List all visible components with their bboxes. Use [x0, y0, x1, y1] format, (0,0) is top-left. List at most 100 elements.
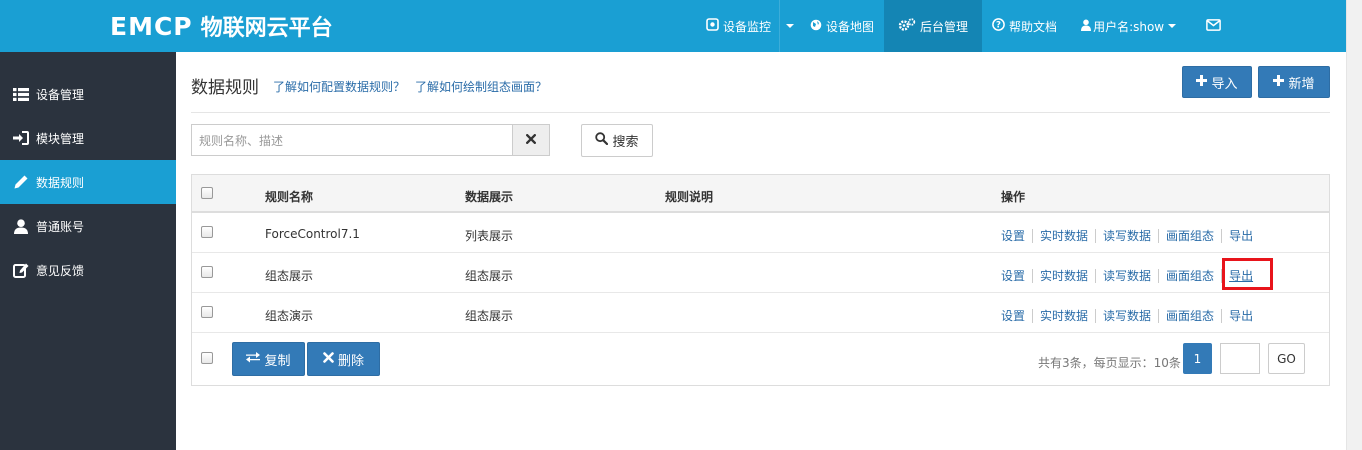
import-button[interactable]: 导入 [1182, 66, 1252, 98]
row-checkbox[interactable] [201, 306, 213, 318]
svg-text:?: ? [996, 21, 1001, 31]
action-export[interactable]: 导出 [1229, 307, 1253, 324]
highlight-box [1222, 258, 1273, 290]
help-icon: ? [992, 18, 1005, 34]
clear-search-button[interactable] [512, 124, 550, 156]
action-divider [1221, 308, 1223, 323]
action-realtime-data[interactable]: 实时数据 [1040, 267, 1088, 284]
action-settings[interactable]: 设置 [1001, 227, 1025, 244]
action-realtime-data[interactable]: 实时数据 [1040, 227, 1088, 244]
action-divider [1095, 308, 1097, 323]
rule-name: 组态演示 [265, 309, 314, 323]
app-logo[interactable]: EMCP 物联网云平台 [110, 10, 333, 42]
nav-user-menu[interactable]: 用户名:show [1067, 0, 1188, 52]
row-actions: 设置 实时数据 读写数据 画面组态 导出 [1001, 307, 1253, 324]
action-realtime-data[interactable]: 实时数据 [1040, 307, 1088, 324]
header-rule-name: 规则名称 [265, 190, 314, 204]
action-readwrite-data[interactable]: 读写数据 [1103, 307, 1151, 324]
header-rule-desc: 规则说明 [665, 190, 714, 204]
action-settings[interactable]: 设置 [1001, 307, 1025, 324]
table-row: 组态演示 组态展示 设置 实时数据 读写数据 画面组态 导出 [192, 293, 1329, 333]
action-readwrite-data[interactable]: 读写数据 [1103, 267, 1151, 284]
list-icon [12, 86, 30, 102]
header-data-display: 数据展示 [465, 190, 514, 204]
nav-monitor-dropdown[interactable] [779, 0, 800, 52]
delete-button[interactable]: 删除 [307, 342, 380, 376]
help-link-configure-rules[interactable]: 了解如何配置数据规则？ [273, 78, 405, 95]
top-navbar: EMCP 物联网云平台 设备监控 设备地图 后台管理 ? 帮助文档 用户名:sh… [0, 0, 1346, 52]
search-input[interactable]: 规则名称、描述 [191, 124, 513, 156]
footer-select-all-checkbox[interactable] [201, 352, 213, 364]
table-row: 组态展示 组态展示 设置 实时数据 读写数据 画面组态 导出 [192, 253, 1329, 293]
action-scada-config[interactable]: 画面组态 [1166, 267, 1214, 284]
nav-messages[interactable] [1188, 0, 1235, 52]
search-icon [595, 132, 609, 149]
nav-label: 后台管理 [920, 19, 969, 34]
import-label: 导入 [1211, 76, 1238, 92]
action-divider [1095, 268, 1097, 283]
chevron-down-icon [1168, 24, 1177, 28]
gears-icon [898, 18, 916, 34]
globe-icon [810, 19, 822, 34]
page-number-current[interactable]: 1 [1183, 343, 1212, 374]
action-scada-config[interactable]: 画面组态 [1166, 227, 1214, 244]
action-export[interactable]: 导出 [1229, 227, 1253, 244]
delete-label: 删除 [337, 353, 364, 369]
rule-display: 列表展示 [465, 229, 514, 243]
sidebar-item-label: 设备管理 [36, 87, 85, 102]
sidebar: 设备管理 模块管理 数据规则 普通账号 意见反馈 [0, 52, 176, 450]
copy-button[interactable]: 复制 [232, 342, 305, 376]
nav-label: 帮助文档 [1009, 19, 1058, 34]
help-link-draw-scada[interactable]: 了解如何绘制组态画面？ [415, 78, 547, 95]
sidebar-item-feedback[interactable]: 意见反馈 [0, 248, 176, 292]
action-divider [1158, 268, 1160, 283]
row-actions: 设置 实时数据 读写数据 画面组态 导出 [1001, 227, 1253, 244]
logo-text: 物联网云平台 [200, 16, 333, 41]
sidebar-item-module-management[interactable]: 模块管理 [0, 116, 176, 160]
copy-label: 复制 [264, 353, 291, 369]
header-divider [191, 112, 1330, 113]
table-row: ForceControl7.1 列表展示 设置 实时数据 读写数据 画面组态 导… [192, 213, 1329, 253]
nav-label: 用户名:show [1093, 19, 1165, 34]
table-header: 规则名称 数据展示 规则说明 操作 [192, 175, 1329, 213]
nav-device-monitor[interactable]: 设备监控 [696, 0, 779, 52]
sidebar-item-device-management[interactable]: 设备管理 [0, 72, 176, 116]
pagination-total: 共有3条，每页显示：10条 [1038, 356, 1181, 370]
select-all-checkbox[interactable] [201, 187, 213, 199]
logo-mark: EMCP [110, 11, 193, 41]
pencil-icon [12, 174, 30, 190]
action-divider [1158, 228, 1160, 243]
sidebar-item-data-rules[interactable]: 数据规则 [0, 160, 176, 204]
search-placeholder: 规则名称、描述 [199, 133, 284, 148]
search-button[interactable]: 搜索 [581, 124, 653, 157]
nav-help-docs[interactable]: ? 帮助文档 [982, 0, 1067, 52]
exchange-icon [246, 351, 261, 367]
page-scrollbar[interactable] [1346, 0, 1362, 450]
header-actions: 操作 [1001, 190, 1026, 204]
sidebar-item-label: 模块管理 [36, 131, 85, 146]
action-divider [1158, 308, 1160, 323]
sidebar-item-label: 数据规则 [36, 175, 85, 190]
rules-table: 规则名称 数据展示 规则说明 操作 ForceControl7.1 列表展示 设… [191, 174, 1330, 386]
row-checkbox[interactable] [201, 266, 213, 278]
nav-device-map[interactable]: 设备地图 [800, 0, 884, 52]
page-jump-input[interactable] [1220, 343, 1260, 374]
page-go-button[interactable]: GO [1268, 343, 1305, 374]
action-scada-config[interactable]: 画面组态 [1166, 307, 1214, 324]
nav-admin[interactable]: 后台管理 [884, 0, 983, 52]
row-checkbox[interactable] [201, 226, 213, 238]
add-button[interactable]: 新增 [1258, 66, 1330, 98]
close-icon [526, 133, 536, 147]
chevron-down-icon [786, 24, 795, 28]
action-divider [1221, 228, 1223, 243]
nav-label: 设备监控 [723, 19, 772, 34]
action-settings[interactable]: 设置 [1001, 267, 1025, 284]
action-readwrite-data[interactable]: 读写数据 [1103, 227, 1151, 244]
action-divider [1032, 308, 1034, 323]
search-button-label: 搜索 [612, 135, 639, 150]
monitor-icon [706, 18, 719, 34]
mail-icon [1206, 18, 1221, 34]
nav-label: 设备地图 [826, 19, 875, 34]
sidebar-item-normal-accounts[interactable]: 普通账号 [0, 204, 176, 248]
sidebar-item-label: 意见反馈 [36, 263, 85, 278]
